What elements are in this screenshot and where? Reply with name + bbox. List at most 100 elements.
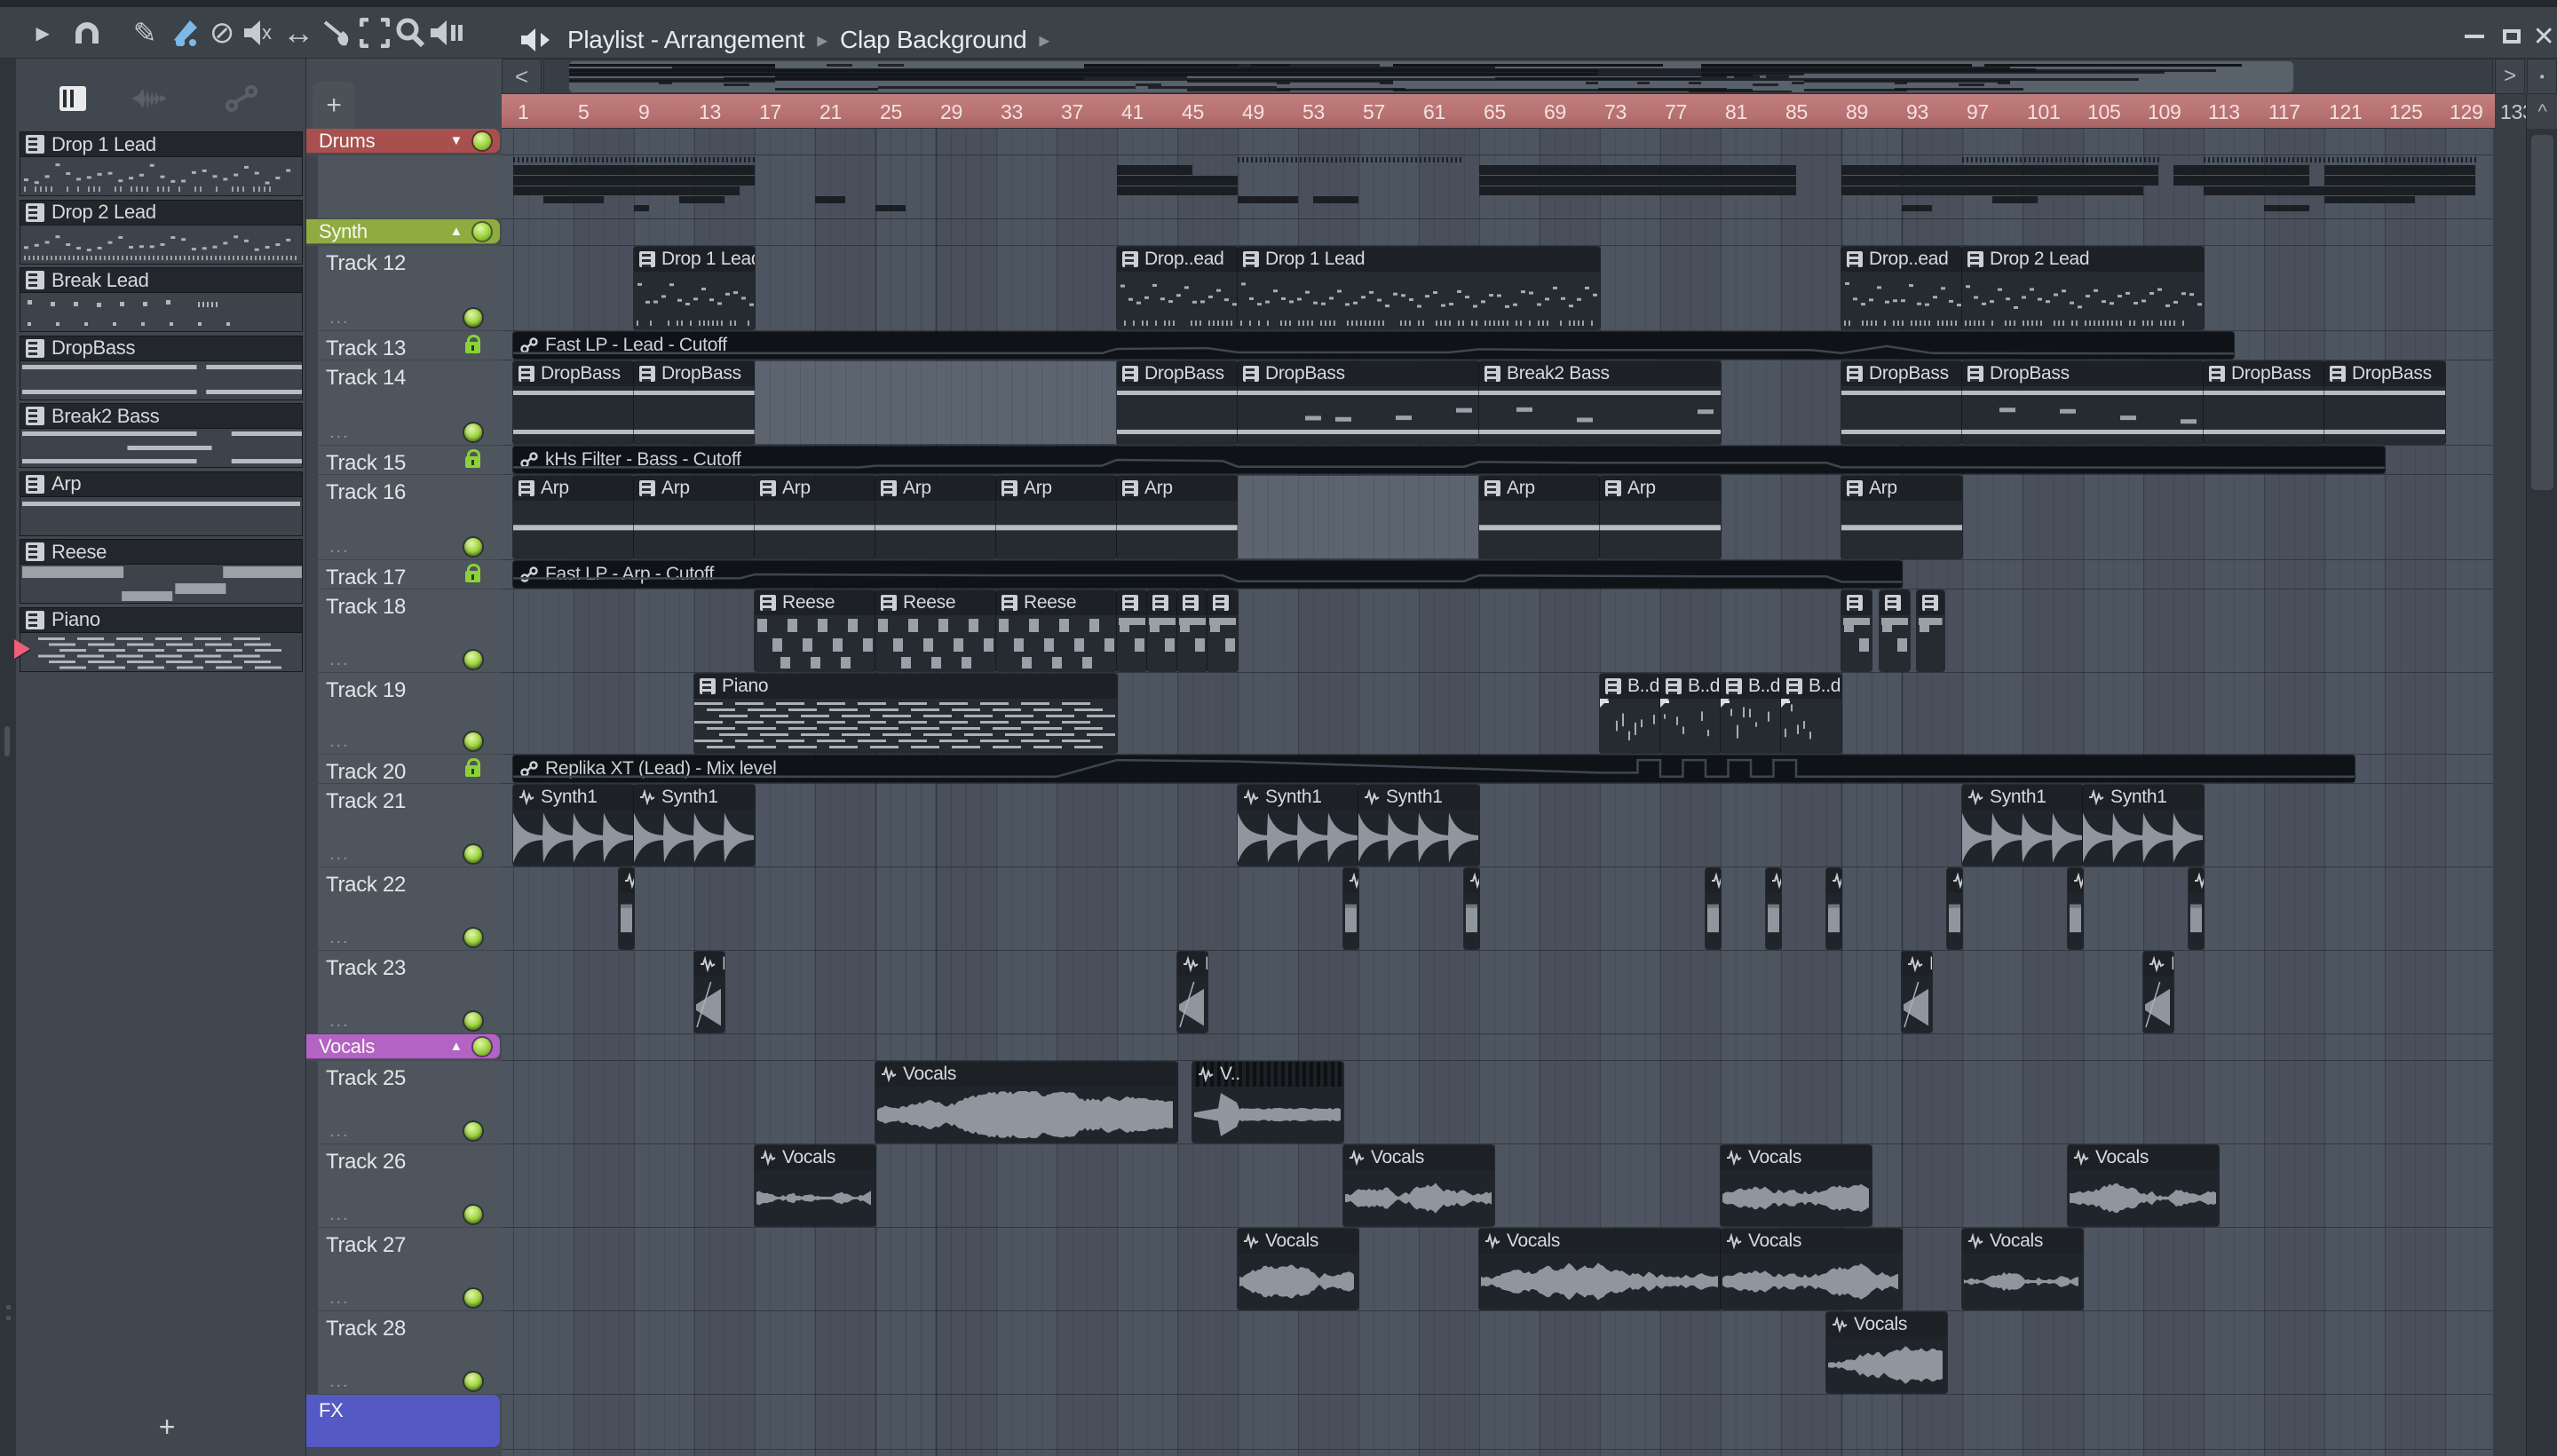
clip-header[interactable] [1879, 590, 1910, 615]
clip-header[interactable]: DropBass [2204, 361, 2324, 386]
pattern-item[interactable]: Break Lead [20, 267, 303, 332]
pattern-clip[interactable]: DropBass [2324, 361, 2445, 444]
edge-handle[interactable] [4, 726, 10, 756]
pattern-item[interactable]: Drop 1 Lead [20, 131, 303, 196]
track-name[interactable]: Track 15 [326, 451, 406, 476]
expand-arrow-icon[interactable]: ▲ [449, 219, 463, 244]
clip-header[interactable]: Reese [996, 590, 1117, 615]
pattern-item-header[interactable]: Drop 1 Lead [20, 131, 303, 157]
clip-header[interactable]: DropBass [513, 361, 634, 386]
lane-t25[interactable] [502, 1061, 2493, 1144]
track-name[interactable]: Track 12 [326, 251, 406, 276]
clip-header[interactable] [1766, 868, 1781, 893]
audio-clip[interactable]: Vocals [1343, 1145, 1494, 1226]
track-more[interactable]: ... [329, 928, 350, 948]
pattern-clip[interactable]: Arp [1117, 476, 1238, 558]
clip-header[interactable]: Vocals [1721, 1145, 1872, 1170]
pattern-item-header[interactable]: Reese [20, 539, 303, 565]
minimize-button[interactable] [2459, 23, 2490, 50]
clip-header[interactable]: B..d [1660, 674, 1721, 699]
track-name[interactable]: Track 13 [326, 336, 406, 361]
pattern-clip[interactable]: DropBass [1117, 361, 1238, 444]
pattern-clip[interactable] [1117, 590, 1147, 671]
track-more[interactable]: ... [329, 1372, 350, 1392]
lane-synth[interactable] [502, 219, 2493, 246]
track-name[interactable]: Track 23 [326, 956, 406, 981]
scroll-left-button[interactable]: < [502, 59, 542, 94]
clip-header[interactable] [1343, 868, 1358, 893]
audio-clip[interactable] [1706, 868, 1721, 949]
pattern-clip[interactable] [1177, 590, 1207, 671]
track-name[interactable]: Track 18 [326, 595, 406, 620]
clip-header[interactable] [2189, 868, 2204, 893]
track-row-t19[interactable]: Track 19... [306, 673, 502, 755]
clip-header[interactable]: V.. [1192, 1062, 1343, 1087]
track-led[interactable] [464, 732, 482, 750]
clip-header[interactable] [1917, 590, 1944, 615]
lock-icon[interactable] [465, 449, 480, 468]
clip-header[interactable]: Vocals [1826, 1312, 1947, 1337]
clip-header[interactable]: Vocals [2068, 1145, 2219, 1170]
track-more[interactable]: ... [329, 423, 350, 443]
track-row-t26[interactable]: Track 26... [306, 1144, 502, 1228]
select-icon[interactable] [357, 7, 392, 59]
pattern-clip[interactable]: Break2 Bass [1479, 361, 1721, 444]
clip-header[interactable]: Vocals [1721, 1229, 1902, 1254]
track-name[interactable]: Track 16 [326, 480, 406, 505]
magnet-icon[interactable] [69, 7, 105, 59]
audio-clip[interactable] [1826, 868, 1841, 949]
clip-header[interactable]: Arp [634, 476, 755, 501]
audio-clip[interactable]: R..1 [1177, 952, 1207, 1033]
pattern-clip[interactable]: DropBass [513, 361, 634, 444]
clip-header[interactable]: B..d [1600, 674, 1660, 699]
lock-icon[interactable] [465, 335, 480, 353]
track-more[interactable]: ... [329, 732, 350, 752]
pattern-item[interactable]: Break2 Bass [20, 403, 303, 468]
pattern-clip[interactable]: Reese [755, 590, 875, 671]
clip-header[interactable] [1706, 868, 1721, 893]
expand-arrow-icon[interactable]: ▲ [449, 1034, 463, 1059]
clip-header[interactable]: Arp [1841, 476, 1962, 501]
group-led[interactable] [473, 1037, 491, 1056]
pattern-clip[interactable]: Arp [996, 476, 1117, 558]
automation-clip[interactable]: kHs Filter - Bass - Cutoff [513, 447, 2385, 473]
audio-clip[interactable]: R..1 [2143, 952, 2173, 1033]
lane-t23[interactable] [502, 951, 2493, 1034]
automation-clip[interactable]: Fast LP - Lead - Cutoff [513, 332, 2234, 359]
audio-clip[interactable]: Vocals [2068, 1145, 2219, 1226]
track-row-t14[interactable]: Track 14... [306, 360, 502, 446]
playlist-grid[interactable]: Drop 1 Lead Drop..ead Drop 1 Lead Drop..ead… [502, 129, 2493, 1456]
track-row-t27[interactable]: Track 27... [306, 1228, 502, 1311]
clip-header[interactable]: Drop..ead [1117, 247, 1238, 272]
track-name[interactable]: Track 14 [326, 366, 406, 391]
audio-clip[interactable]: Synth1 [1238, 785, 1358, 866]
track-more[interactable]: ... [329, 844, 350, 865]
group-header-vocals[interactable]: Vocals ▲ [306, 1034, 500, 1059]
clip-header[interactable]: DropBass [2324, 361, 2445, 386]
track-name[interactable]: Track 19 [326, 678, 406, 703]
lane-t28[interactable] [502, 1311, 2493, 1395]
timeline-ruler[interactable]: 1 5 9 13 17 21 25 29 33 37 41 45 49 53 57 61 65 69 73 77 81 8… [502, 94, 2495, 129]
track-led[interactable] [464, 1012, 482, 1030]
close-button[interactable]: ✕ [2530, 22, 2557, 51]
clip-header[interactable]: Synth1 [1238, 785, 1358, 810]
track-more[interactable]: ... [329, 308, 350, 328]
track-row-t16[interactable]: Track 16... [306, 475, 502, 560]
track-name[interactable]: Track 22 [326, 873, 406, 898]
track-led[interactable] [464, 1289, 482, 1307]
clip-header[interactable]: Synth1 [2083, 785, 2204, 810]
pattern-clip[interactable]: Drop 1 Lead [1238, 247, 1600, 329]
pattern-item-header[interactable]: Drop 2 Lead [20, 199, 303, 226]
clip-header[interactable]: Arp [996, 476, 1117, 501]
clip-header[interactable] [619, 868, 634, 893]
track-name[interactable]: Track 17 [326, 566, 406, 590]
pattern-item-header[interactable]: DropBass [20, 335, 303, 361]
pattern-item[interactable]: Piano [20, 606, 303, 672]
audio-clip[interactable]: Synth1 [2083, 785, 2204, 866]
paint-brush-icon[interactable] [169, 7, 204, 59]
automation-clip[interactable]: Replika XT (Lead) - Mix level [513, 756, 2355, 782]
track-more[interactable]: ... [329, 1121, 350, 1142]
audio-clip[interactable]: Vocals [875, 1062, 1177, 1143]
pattern-clip[interactable]: Drop..ead [1117, 247, 1238, 329]
clip-header[interactable] [1147, 590, 1177, 615]
